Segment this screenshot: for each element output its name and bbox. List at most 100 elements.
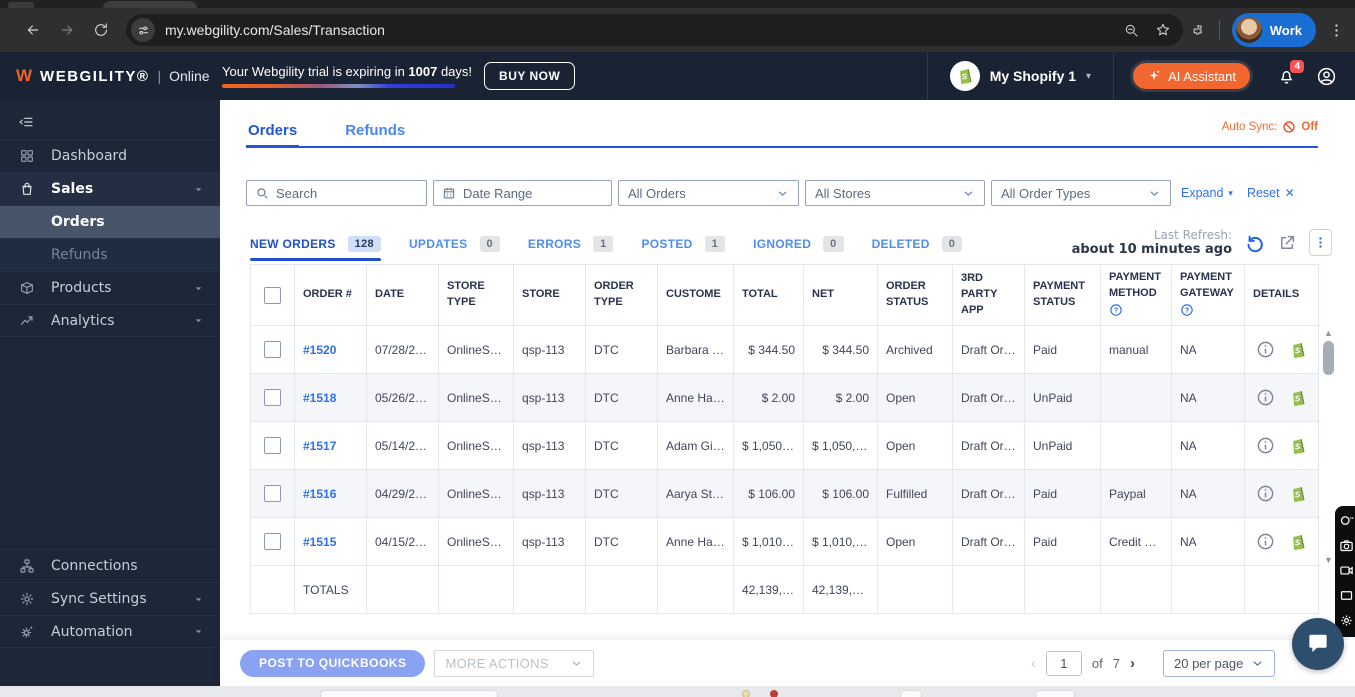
webgility-logo[interactable]: W WEBGILITY® | Online (0, 66, 210, 86)
refresh-icon[interactable] (1245, 233, 1265, 253)
stores-filter-select[interactable]: All Stores (805, 180, 985, 206)
search-icon (255, 186, 269, 200)
extensions-icon[interactable] (1191, 22, 1207, 38)
help-icon[interactable]: ? (1180, 303, 1194, 317)
shopify-icon[interactable]: S (1288, 435, 1308, 457)
more-actions-select[interactable]: MORE ACTIONS (434, 649, 595, 677)
table-scrollbar[interactable]: ▲ (1322, 328, 1335, 580)
info-icon[interactable] (1256, 340, 1275, 359)
row-checkbox[interactable] (264, 341, 281, 358)
shopify-icon[interactable]: S (1288, 339, 1308, 361)
tab-refunds[interactable]: Refunds (343, 116, 407, 146)
sales-icon (19, 181, 35, 197)
post-to-quickbooks-button[interactable]: POST TO QUICKBOOKS (240, 649, 426, 677)
status-tab-errors[interactable]: ERRORS 1 (528, 236, 614, 261)
status-tab-posted[interactable]: POSTED 1 (641, 236, 726, 261)
chevron-down-icon (193, 283, 204, 294)
shopify-icon[interactable]: S (1288, 531, 1308, 553)
row-checkbox[interactable] (264, 389, 281, 406)
order-number-link[interactable]: #1517 (303, 439, 336, 453)
page-number-input[interactable] (1045, 650, 1082, 676)
screen-capture-icon[interactable] (1339, 588, 1354, 603)
url-text[interactable]: my.webgility.com/Sales/Transaction (165, 22, 1123, 38)
per-page-select[interactable]: 20 per page (1163, 649, 1275, 677)
order-status-tabs: NEW ORDERS 128 UPDATES 0 ERRORS 1 POSTED 1 IGNOR… (250, 236, 963, 261)
browser-active-tab[interactable] (103, 1, 197, 8)
next-page-button[interactable]: › (1130, 655, 1135, 672)
status-tab-deleted[interactable]: DELETED 0 (872, 236, 963, 261)
auto-sync-status[interactable]: Auto Sync: Off (1222, 120, 1318, 134)
info-icon[interactable] (1256, 436, 1275, 455)
reload-button[interactable] (84, 13, 118, 47)
row-checkbox[interactable] (264, 485, 281, 502)
notifications-button[interactable]: 4 (1277, 59, 1304, 86)
filters-bar: All Orders All Stores All Order Types Ex… (246, 180, 1295, 206)
status-tab-ignored[interactable]: IGNORED 0 (753, 236, 844, 261)
shopify-icon[interactable]: S (1288, 483, 1308, 505)
orders-filter-select[interactable]: All Orders (618, 180, 799, 206)
order-number-link[interactable]: #1516 (303, 487, 336, 501)
search-input[interactable] (276, 185, 416, 201)
sidebar-item-products[interactable]: Products (0, 271, 220, 304)
sidebar-item-sync-settings[interactable]: Sync Settings (0, 582, 220, 615)
shopify-icon[interactable]: S (1288, 387, 1308, 409)
cell-details: S (1244, 373, 1319, 422)
recorder-logo-icon[interactable] (1339, 513, 1354, 528)
prev-page-button[interactable]: ‹ (1031, 655, 1036, 672)
row-checkbox[interactable] (264, 533, 281, 550)
sidebar-item-connections[interactable]: Connections (0, 549, 220, 582)
cell-order: #1518 (294, 373, 367, 422)
ai-assistant-button[interactable]: AI Assistant (1133, 63, 1250, 89)
select-all-checkbox[interactable] (264, 286, 281, 304)
cell-details: S (1244, 469, 1319, 518)
chevron-down-icon (570, 657, 583, 670)
tab-orders[interactable]: Orders (246, 116, 300, 148)
reset-filters-link[interactable]: Reset ✕ (1247, 186, 1295, 200)
help-icon[interactable]: ? (1109, 303, 1123, 317)
order-number-link[interactable]: #1520 (303, 343, 336, 357)
browser-menu-icon[interactable] (1328, 22, 1345, 39)
cell-order_type: DTC (585, 469, 658, 518)
table-options-button[interactable] (1309, 229, 1332, 256)
forward-button[interactable] (50, 13, 84, 47)
last-refresh-value: about 10 minutes ago (1071, 242, 1232, 257)
sidebar-item-automation[interactable]: Automation (0, 615, 220, 648)
scrollbar-thumb[interactable] (1323, 341, 1334, 375)
live-chat-button[interactable] (1292, 618, 1344, 670)
store-switcher[interactable]: S My Shopify 1 ▾ (926, 52, 1115, 100)
scroll-down-arrow[interactable]: ▼ (1322, 555, 1335, 565)
sidebar-item-dashboard[interactable]: Dashboard (0, 139, 220, 172)
sidebar-item-sales[interactable]: Sales (0, 172, 220, 205)
sidebar-collapse-button[interactable] (0, 100, 56, 130)
video-camera-icon[interactable] (1339, 563, 1354, 578)
order-number-link[interactable]: #1518 (303, 391, 336, 405)
row-checkbox[interactable] (264, 437, 281, 454)
bookmark-star-icon[interactable] (1155, 22, 1171, 38)
sidebar-item-refunds[interactable]: Refunds (0, 238, 220, 271)
scroll-up-arrow[interactable]: ▲ (1322, 328, 1335, 338)
back-button[interactable] (16, 13, 50, 47)
camera-icon[interactable] (1339, 538, 1354, 553)
sidebar-item-analytics[interactable]: Analytics (0, 304, 220, 337)
info-icon[interactable] (1256, 532, 1275, 551)
sidebar-item-orders[interactable]: Orders (0, 205, 220, 238)
cell-select (250, 325, 295, 374)
site-info-button[interactable] (131, 18, 155, 42)
open-in-new-icon[interactable] (1278, 234, 1296, 252)
order-number-link[interactable]: #1515 (303, 535, 336, 549)
info-icon[interactable] (1256, 388, 1275, 407)
totals-payment_gateway (1171, 565, 1245, 614)
account-button[interactable] (1316, 66, 1337, 87)
info-icon[interactable] (1256, 484, 1275, 503)
address-bar[interactable]: my.webgility.com/Sales/Transaction (126, 14, 1183, 46)
status-tab-new-orders[interactable]: NEW ORDERS 128 (250, 236, 381, 261)
expand-filters-link[interactable]: Expand ▾ (1181, 186, 1233, 200)
order-types-filter-select[interactable]: All Order Types (991, 180, 1171, 206)
status-tab-updates[interactable]: UPDATES 0 (409, 236, 500, 261)
zoom-indicator-icon[interactable] (1123, 22, 1139, 38)
date-range-input[interactable] (463, 185, 583, 201)
sidebar: Dashboard Sales Orders Refunds Products Analy… (0, 100, 220, 686)
buy-now-button[interactable]: BUY NOW (484, 62, 576, 90)
browser-profile-button[interactable]: Work (1231, 13, 1316, 47)
gear-icon[interactable] (1339, 613, 1354, 628)
